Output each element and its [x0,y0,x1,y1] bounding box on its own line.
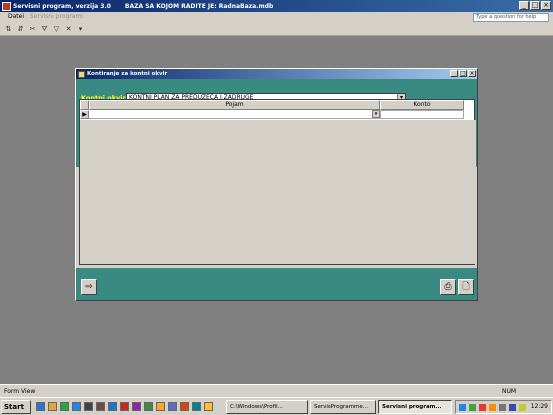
taskbar-clock: 12:29 [530,403,548,410]
tray-app-icon[interactable] [489,404,496,411]
print-preview-icon: 🗋 [462,282,470,292]
quicklaunch-app-icon[interactable] [108,402,117,411]
status-num-lock: NUM [502,388,517,395]
tray-app-icon[interactable] [479,404,486,411]
apply-filter-icon[interactable]: ▽ [52,25,61,34]
menu-file[interactable]: Datei [8,13,24,20]
menubar: Datei Servisni programi Type a question … [0,12,553,23]
tray-volume-icon[interactable] [499,404,506,411]
print-preview-button[interactable]: 🗋 [458,279,474,295]
pojam-konto-grid: Pojam Konto ▶ ▾ [79,99,476,265]
print-button[interactable]: ⎙ [440,279,456,295]
grid-empty-area [80,120,476,264]
dialog-minimize-button[interactable]: _ [450,70,458,77]
taskbar-task-servisni-program[interactable]: Servisni program... [378,400,452,414]
grid-corner [80,100,89,110]
cell-dropdown-arrow-icon[interactable]: ▾ [372,110,380,118]
app-icon [2,1,11,11]
close-button[interactable]: × [541,1,551,10]
dialog-titlebar[interactable]: Kontiranje za kontni okvir _ □ × [76,69,477,79]
remove-filter-icon[interactable]: ✕ [64,25,73,34]
quicklaunch-folder-icon[interactable] [48,402,57,411]
quicklaunch-app-icon[interactable] [144,402,153,411]
konto-cell[interactable] [380,110,464,119]
taskbar-task-servis[interactable]: ServisProgramme... [310,400,376,414]
dialog-close-button[interactable]: × [468,70,476,77]
taskbar-task-explorer[interactable]: C:\Windows\Profil... [226,400,308,414]
sort-descending-icon[interactable]: ⇵ [16,25,25,34]
quicklaunch-app-icon[interactable] [60,402,69,411]
tray-app-icon[interactable] [469,404,476,411]
printer-icon: ⎙ [444,282,452,292]
quicklaunch-app-icon[interactable] [156,402,165,411]
window-controls: _ □ × [519,1,551,10]
status-view-mode: Form View [4,388,36,395]
quicklaunch-ie-icon[interactable] [36,402,45,411]
column-header-pojam[interactable]: Pojam [89,100,380,110]
row-selector-icon[interactable]: ▶ [80,110,89,119]
exit-button[interactable]: ⇨ [81,279,97,295]
filter-icon[interactable]: ⛛ [40,25,49,34]
system-tray: 12:29 [455,400,552,414]
grid-header: Pojam Konto [80,100,474,110]
pojam-cell[interactable]: ▾ [89,110,380,119]
tray-app-icon[interactable] [519,404,526,411]
app-title: Servisni program, verzija 3.0 [13,2,111,10]
dialog-controls: _ □ × [450,70,476,77]
dialog-maximize-button[interactable]: □ [459,70,467,77]
minimize-button[interactable]: _ [519,1,529,10]
sort-ascending-icon[interactable]: ⇅ [4,25,13,34]
quicklaunch-app-icon[interactable] [96,402,105,411]
app-titlebar[interactable]: Servisni program, verzija 3.0 BAZA SA KO… [0,0,553,12]
exit-door-icon: ⇨ [85,282,93,292]
dialog-title: Kontiranje za kontni okvir [87,71,168,77]
quicklaunch-app-icon[interactable] [168,402,177,411]
start-button[interactable]: Start [1,400,31,414]
tray-app-icon[interactable] [509,404,516,411]
quicklaunch-app-icon[interactable] [84,402,93,411]
maximize-button[interactable]: □ [530,1,540,10]
kontiranje-dialog: Kontiranje za kontni okvir _ □ × Kontni … [75,68,478,301]
quicklaunch-app-icon[interactable] [204,402,213,411]
quicklaunch-app-icon[interactable] [180,402,189,411]
toolbar: ⇅ ⇵ ✂ ⛛ ▽ ✕ ▾ [0,23,553,36]
quicklaunch-app-icon[interactable] [192,402,201,411]
tray-network-icon[interactable] [459,404,466,411]
quicklaunch-app-icon[interactable] [72,402,81,411]
taskbar: Start C:\Windows\Profil... ServisProgram… [0,397,553,415]
help-search-input[interactable]: Type a question for help [473,13,549,22]
db-label: BAZA SA KOJOM RADITE JE: RadnaBaza.mdb [124,2,274,10]
quicklaunch-app-icon[interactable] [120,402,129,411]
menu-programs[interactable]: Servisni programi [30,13,83,20]
statusbar: Form View NUM [0,384,553,397]
filter-by-selection-icon[interactable]: ✂ [28,25,37,34]
form-icon [78,70,85,78]
quicklaunch-app-icon[interactable] [132,402,141,411]
toolbar-options-icon[interactable]: ▾ [76,25,85,34]
dialog-footer-panel: ⇨ ⎙ 🗋 [76,268,477,300]
column-header-konto[interactable]: Konto [380,100,464,110]
